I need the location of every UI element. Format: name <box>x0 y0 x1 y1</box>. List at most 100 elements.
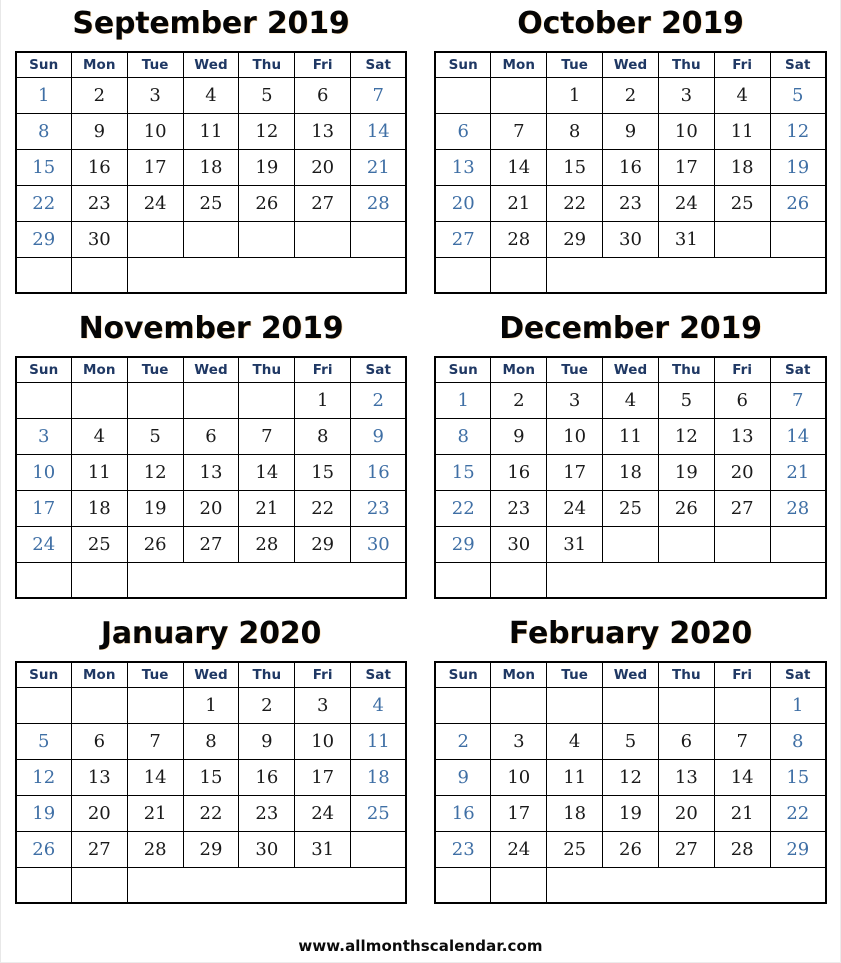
day-cell[interactable]: 21 <box>238 489 296 527</box>
day-cell[interactable]: 15 <box>15 148 72 186</box>
day-cell[interactable]: 7 <box>713 722 771 760</box>
day-cell[interactable]: 17 <box>546 453 604 491</box>
day-cell[interactable]: 31 <box>546 525 604 563</box>
day-cell[interactable]: 28 <box>490 220 548 258</box>
day-cell[interactable]: 1 <box>294 381 352 419</box>
day-cell[interactable]: 27 <box>434 220 492 258</box>
day-cell[interactable]: 4 <box>713 76 771 114</box>
day-cell[interactable]: 1 <box>182 686 240 724</box>
day-cell[interactable]: 17 <box>657 148 715 186</box>
day-cell[interactable]: 17 <box>15 489 72 527</box>
day-cell[interactable]: 13 <box>434 148 492 186</box>
day-cell[interactable]: 11 <box>70 453 128 491</box>
day-cell[interactable]: 18 <box>602 453 659 491</box>
day-cell[interactable]: 24 <box>294 794 352 832</box>
day-cell[interactable]: 10 <box>657 112 715 150</box>
day-cell[interactable]: 6 <box>182 417 240 455</box>
day-cell[interactable]: 23 <box>602 184 659 222</box>
day-cell[interactable]: 19 <box>769 148 827 186</box>
day-cell[interactable]: 6 <box>434 112 492 150</box>
day-cell[interactable]: 24 <box>657 184 715 222</box>
day-cell[interactable]: 1 <box>15 76 72 114</box>
day-cell[interactable]: 5 <box>238 76 296 114</box>
day-cell[interactable]: 16 <box>238 758 296 796</box>
day-cell[interactable]: 17 <box>294 758 352 796</box>
day-cell[interactable]: 26 <box>602 830 659 868</box>
day-cell[interactable]: 16 <box>350 453 407 491</box>
day-cell[interactable]: 22 <box>15 184 72 222</box>
day-cell[interactable]: 17 <box>490 794 548 832</box>
day-cell[interactable]: 2 <box>350 381 407 419</box>
day-cell[interactable]: 10 <box>294 722 352 760</box>
day-cell[interactable]: 18 <box>182 148 240 186</box>
day-cell[interactable]: 7 <box>769 381 827 419</box>
day-cell[interactable]: 16 <box>602 148 659 186</box>
day-cell[interactable]: 2 <box>602 76 659 114</box>
day-cell[interactable]: 29 <box>294 525 352 563</box>
day-cell[interactable]: 5 <box>769 76 827 114</box>
day-cell[interactable]: 25 <box>182 184 240 222</box>
day-cell[interactable]: 13 <box>713 417 771 455</box>
day-cell[interactable]: 26 <box>126 525 184 563</box>
day-cell[interactable]: 9 <box>238 722 296 760</box>
day-cell[interactable]: 3 <box>490 722 548 760</box>
day-cell[interactable]: 29 <box>15 220 72 258</box>
day-cell[interactable]: 30 <box>602 220 659 258</box>
day-cell[interactable]: 31 <box>294 830 352 868</box>
day-cell[interactable]: 8 <box>294 417 352 455</box>
day-cell[interactable]: 4 <box>546 722 604 760</box>
day-cell[interactable]: 4 <box>70 417 128 455</box>
day-cell[interactable]: 26 <box>15 830 72 868</box>
day-cell[interactable]: 26 <box>769 184 827 222</box>
day-cell[interactable]: 30 <box>350 525 407 563</box>
day-cell[interactable]: 19 <box>238 148 296 186</box>
day-cell[interactable]: 23 <box>70 184 128 222</box>
day-cell[interactable]: 8 <box>15 112 72 150</box>
day-cell[interactable]: 1 <box>769 686 827 724</box>
day-cell[interactable]: 2 <box>434 722 492 760</box>
day-cell[interactable]: 16 <box>490 453 548 491</box>
day-cell[interactable]: 12 <box>238 112 296 150</box>
day-cell[interactable]: 5 <box>657 381 715 419</box>
day-cell[interactable]: 21 <box>126 794 184 832</box>
day-cell[interactable]: 6 <box>294 76 352 114</box>
day-cell[interactable]: 12 <box>657 417 715 455</box>
day-cell[interactable]: 4 <box>182 76 240 114</box>
day-cell[interactable]: 27 <box>657 830 715 868</box>
day-cell[interactable]: 19 <box>15 794 72 832</box>
day-cell[interactable]: 15 <box>434 453 492 491</box>
day-cell[interactable]: 3 <box>657 76 715 114</box>
day-cell[interactable]: 14 <box>126 758 184 796</box>
day-cell[interactable]: 1 <box>434 381 492 419</box>
day-cell[interactable]: 11 <box>182 112 240 150</box>
day-cell[interactable]: 30 <box>70 220 128 258</box>
day-cell[interactable]: 16 <box>70 148 128 186</box>
day-cell[interactable]: 3 <box>126 76 184 114</box>
day-cell[interactable]: 2 <box>490 381 548 419</box>
day-cell[interactable]: 21 <box>350 148 407 186</box>
day-cell[interactable]: 19 <box>126 489 184 527</box>
day-cell[interactable]: 8 <box>182 722 240 760</box>
day-cell[interactable]: 7 <box>238 417 296 455</box>
day-cell[interactable]: 11 <box>546 758 604 796</box>
day-cell[interactable]: 11 <box>602 417 659 455</box>
day-cell[interactable]: 9 <box>490 417 548 455</box>
day-cell[interactable]: 21 <box>713 794 771 832</box>
day-cell[interactable]: 23 <box>350 489 407 527</box>
day-cell[interactable]: 10 <box>490 758 548 796</box>
day-cell[interactable]: 3 <box>546 381 604 419</box>
day-cell[interactable]: 13 <box>294 112 352 150</box>
day-cell[interactable]: 29 <box>769 830 827 868</box>
day-cell[interactable]: 14 <box>490 148 548 186</box>
day-cell[interactable]: 25 <box>713 184 771 222</box>
day-cell[interactable]: 10 <box>126 112 184 150</box>
day-cell[interactable]: 15 <box>182 758 240 796</box>
day-cell[interactable]: 16 <box>434 794 492 832</box>
day-cell[interactable]: 14 <box>713 758 771 796</box>
day-cell[interactable]: 12 <box>602 758 659 796</box>
day-cell[interactable]: 3 <box>294 686 352 724</box>
day-cell[interactable]: 14 <box>769 417 827 455</box>
day-cell[interactable]: 13 <box>657 758 715 796</box>
day-cell[interactable]: 31 <box>657 220 715 258</box>
day-cell[interactable]: 10 <box>15 453 72 491</box>
